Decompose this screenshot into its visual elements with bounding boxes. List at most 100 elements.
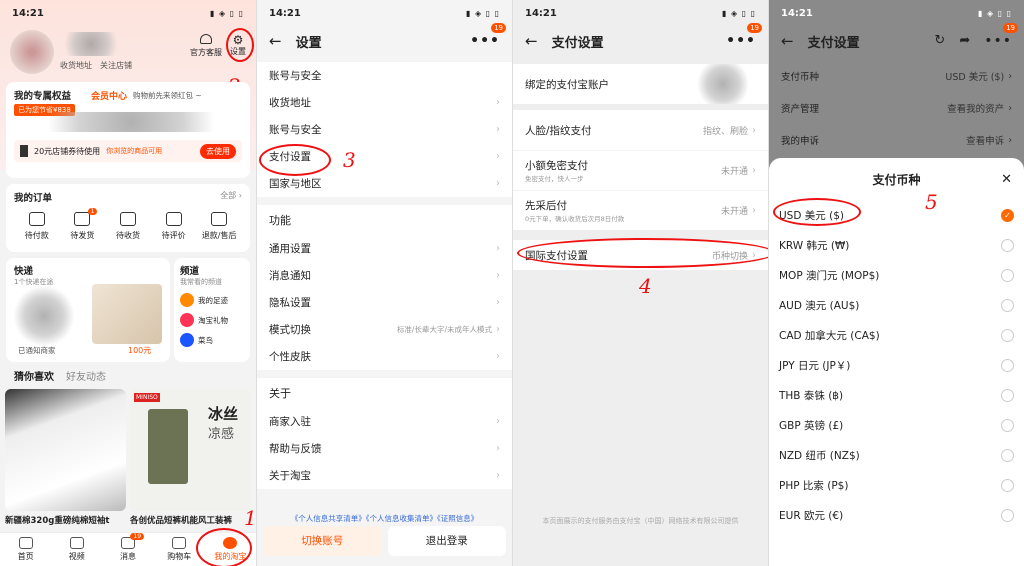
radio-icon[interactable] bbox=[1001, 508, 1014, 522]
pay-later-row[interactable]: 先采后付 0元下单，确认收货后次月8日付款 未开通 › bbox=[513, 190, 768, 230]
settings-row[interactable]: 通用设置 › bbox=[257, 235, 512, 262]
channel-item[interactable]: 淘宝礼物 bbox=[180, 313, 244, 327]
product-card[interactable]: MINISO 冰丝 凉感 各创优品短裤机能风工装裤 bbox=[130, 389, 251, 526]
settings-row[interactable]: 账号与安全 › bbox=[257, 116, 512, 143]
radio-icon[interactable] bbox=[1001, 448, 1014, 462]
currency-option[interactable]: MOP 澳门元 (MOP$) bbox=[769, 260, 1024, 290]
shop-address-link[interactable]: 收货地址 bbox=[60, 60, 92, 71]
close-icon[interactable]: ✕ bbox=[1001, 172, 1012, 187]
avatar[interactable] bbox=[10, 30, 54, 74]
settings-row[interactable]: 关于淘宝 › bbox=[257, 462, 512, 489]
radio-icon[interactable] bbox=[1001, 418, 1014, 432]
nav-bar: ← 支付设置 ••• 19 bbox=[513, 23, 768, 56]
order-item[interactable]: 待付款 bbox=[14, 212, 60, 241]
channel-icon bbox=[180, 313, 194, 327]
settings-row[interactable]: 个性皮肤 › bbox=[257, 343, 512, 370]
settings-row[interactable]: 隐私设置 › bbox=[257, 289, 512, 316]
currency-option[interactable]: NZD 纽币 (NZ$) bbox=[769, 440, 1024, 470]
radio-icon[interactable] bbox=[1001, 298, 1014, 312]
alipay-account-row[interactable]: 绑定的支付宝账户 bbox=[513, 64, 768, 104]
radio-icon[interactable] bbox=[1001, 328, 1014, 342]
currency-option[interactable]: EUR 欧元 (€) bbox=[769, 500, 1024, 530]
settings-row[interactable]: 帮助与反馈 › bbox=[257, 435, 512, 462]
tab-icon bbox=[69, 537, 84, 549]
settings-row[interactable]: 收货地址 › bbox=[257, 89, 512, 116]
channel-item[interactable]: 菜鸟 bbox=[180, 333, 244, 347]
currency-option[interactable]: USD 美元 ($) ✓ bbox=[769, 200, 1024, 230]
status-time: 14:21 bbox=[12, 7, 44, 19]
back-arrow-icon[interactable]: ← bbox=[781, 32, 794, 50]
coupon-row[interactable]: 20元店铺券待使用 你浏览的商品可用 去使用 bbox=[14, 140, 242, 162]
follow-shop-link[interactable]: 关注店铺 bbox=[100, 60, 132, 71]
order-item[interactable]: 1 待发货 bbox=[60, 208, 106, 241]
tab-item[interactable]: 首页 bbox=[0, 533, 51, 566]
tab-guess-you-like[interactable]: 猜你喜欢 bbox=[14, 368, 54, 383]
currency-sheet: 支付币种 ✕ USD 美元 ($) ✓ KRW 韩元 (₩) MOP 澳门元 (MOP… bbox=[769, 158, 1024, 566]
legal-links[interactable]: 《个人信息共享清单》《个人信息收集清单》《证照信息》 bbox=[257, 513, 512, 524]
customer-service-button[interactable]: 官方客服 bbox=[190, 34, 222, 58]
product-card[interactable]: 新疆棉320g重磅纯棉短袖t bbox=[5, 389, 126, 526]
more-icon[interactable]: ••• 19 bbox=[726, 23, 762, 49]
order-icon bbox=[119, 212, 136, 226]
tab-friend-updates[interactable]: 好友动态 bbox=[66, 368, 106, 383]
radio-icon[interactable] bbox=[1001, 358, 1014, 372]
order-icon bbox=[211, 212, 228, 226]
order-item[interactable]: 退款/售后 bbox=[196, 212, 242, 241]
tab-item[interactable]: 我的淘宝 bbox=[205, 533, 256, 566]
currency-option[interactable]: PHP 比索 (P$) bbox=[769, 470, 1024, 500]
tab-item[interactable]: 购物车 bbox=[154, 533, 205, 566]
member-center-link[interactable]: 会员中心 bbox=[91, 89, 127, 102]
gear-icon: ⚙ bbox=[232, 33, 244, 47]
order-item[interactable]: 待收货 bbox=[105, 212, 151, 241]
panel-currency-select: 14:21 ▮ ◈ ▯ ▯ ← 支付设置 ↻ ➦ ••• 19 支付币种 USD 美元 ($… bbox=[768, 0, 1024, 566]
back-arrow-icon[interactable]: ← bbox=[269, 32, 282, 50]
refresh-icon[interactable]: ↻ bbox=[934, 33, 945, 49]
bottom-tab-bar: 首页 视频 19 消息 购物车 我的淘宝 bbox=[0, 532, 256, 566]
more-icon[interactable]: ••• 19 bbox=[984, 23, 1018, 49]
radio-icon[interactable] bbox=[1001, 478, 1014, 492]
settings-row[interactable]: 国家与地区 › bbox=[257, 170, 512, 197]
settings-row[interactable]: 商家入驻 › bbox=[257, 408, 512, 435]
radio-icon[interactable]: ✓ bbox=[1001, 208, 1014, 222]
settings-row[interactable]: 支付设置 › bbox=[257, 143, 512, 170]
settings-row[interactable]: 模式切换 标准/长辈大字/未成年人模式 › bbox=[257, 316, 512, 343]
more-icon[interactable]: ••• 19 bbox=[470, 23, 506, 49]
tab-icon bbox=[18, 537, 33, 549]
panel-my-taobao: 14:21▮ ◈ ▯ ▯ 收货地址 关注店铺 官方客服 ⚙设置 2 我的专属权益… bbox=[0, 0, 256, 566]
currency-option[interactable]: KRW 韩元 (₩) bbox=[769, 230, 1024, 260]
panel-settings: 14:21 ▮ ◈ ▯ ▯ ← 设置 ••• 19 账号与安全 收货地址 › 账号与安全 › 支付… bbox=[256, 0, 512, 566]
nav-bar: ← 设置 ••• 19 bbox=[257, 23, 512, 56]
currency-option[interactable]: GBP 英镑 (£) bbox=[769, 410, 1024, 440]
currency-option[interactable]: THB 泰铢 (฿) bbox=[769, 380, 1024, 410]
tab-item[interactable]: 视频 bbox=[51, 533, 102, 566]
radio-icon[interactable] bbox=[1001, 238, 1014, 252]
share-icon[interactable]: ➦ bbox=[959, 33, 970, 49]
orders-title: 我的订单 bbox=[14, 193, 53, 204]
currency-option[interactable]: CAD 加拿大元 (CA$) bbox=[769, 320, 1024, 350]
settings-row[interactable]: 账号与安全 bbox=[257, 62, 512, 89]
all-orders-link[interactable]: 全部 › bbox=[220, 190, 242, 204]
radio-icon[interactable] bbox=[1001, 268, 1014, 282]
rights-card[interactable]: 我的专属权益 会员中心 购物前先来领红包 ~ 已为您节省¥838 20元店铺券待… bbox=[6, 82, 250, 178]
tab-item[interactable]: 19 消息 bbox=[102, 533, 153, 566]
use-coupon-button[interactable]: 去使用 bbox=[200, 143, 236, 159]
back-arrow-icon[interactable]: ← bbox=[525, 32, 538, 50]
background-row: 我的申诉 查看申诉 › bbox=[781, 134, 1012, 148]
settings-button[interactable]: ⚙ 设置 bbox=[230, 34, 246, 57]
channel-card: 频道 我常看的频道 我的足迹 淘宝礼物 菜鸟 bbox=[174, 258, 250, 362]
logout-button[interactable]: 退出登录 bbox=[387, 526, 506, 556]
annotation-5: 5 bbox=[925, 190, 938, 214]
annotation-4: 4 bbox=[639, 274, 652, 298]
channel-item[interactable]: 我的足迹 bbox=[180, 293, 244, 307]
settings-row[interactable]: 消息通知 › bbox=[257, 262, 512, 289]
order-item[interactable]: 待评价 bbox=[151, 212, 197, 241]
currency-option[interactable]: JPY 日元 (JP￥) bbox=[769, 350, 1024, 380]
intl-pay-row[interactable]: 国际支付设置 币种切换 › bbox=[513, 240, 768, 270]
background-row: 资产管理 查看我的资产 › bbox=[781, 102, 1012, 116]
radio-icon[interactable] bbox=[1001, 388, 1014, 402]
face-fingerprint-row[interactable]: 人脸/指纹支付 指纹、刷脸 › bbox=[513, 110, 768, 150]
switch-account-button[interactable]: 切换账号 bbox=[263, 526, 382, 556]
currency-option[interactable]: AUD 澳元 (AU$) bbox=[769, 290, 1024, 320]
express-card[interactable]: 快递 1个快递在途 已通知商家 100元 bbox=[6, 258, 170, 362]
small-pay-row[interactable]: 小额免密支付 免密支付，快人一步 未开通 › bbox=[513, 150, 768, 190]
